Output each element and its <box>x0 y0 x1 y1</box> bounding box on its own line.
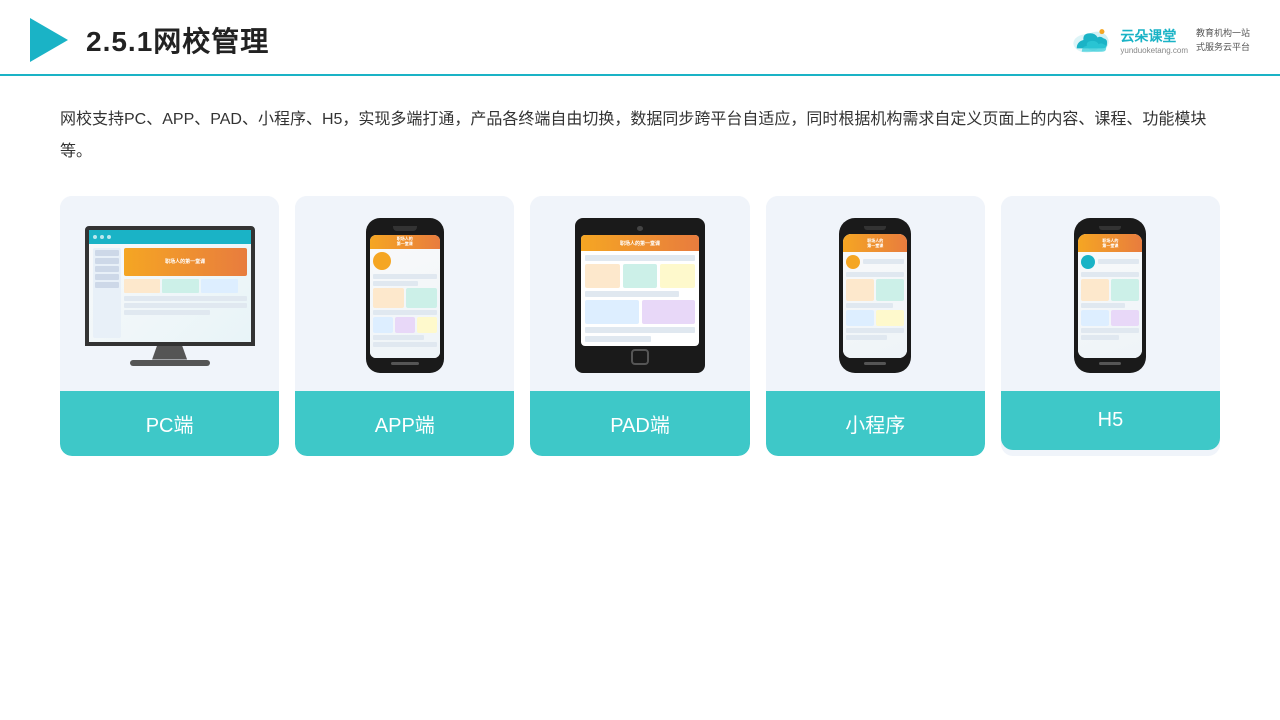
main-content: 网校支持PC、APP、PAD、小程序、H5，实现多端打通，产品各终端自由切换，数… <box>0 76 1280 476</box>
card-pc: 职场人的第一堂课 <box>60 196 279 456</box>
card-pad: 职场人的第一堂课 <box>530 196 749 456</box>
logo-slogan: 教育机构一站 式服务云平台 <box>1196 26 1250 55</box>
play-icon <box>30 18 68 62</box>
logo-texts: 云朵课堂 yunduoketang.com <box>1120 26 1188 55</box>
thin-phone-h5-icon: 职场人的第一堂课 <box>1074 218 1146 373</box>
card-app-image: 职场人的第一堂课 <box>295 196 514 391</box>
phone-app-icon: 职场人的第一堂课 <box>366 218 444 373</box>
logo-brand-text: 云朵课堂 <box>1120 26 1188 46</box>
card-miniprogram-label: 小程序 <box>766 391 985 456</box>
header: 2.5.1网校管理 云朵课堂 yunduoketang.com 教育机构一站 式… <box>0 0 1280 76</box>
description-text: 网校支持PC、APP、PAD、小程序、H5，实现多端打通，产品各终端自由切换，数… <box>60 104 1220 168</box>
card-h5: 职场人的第一堂课 <box>1001 196 1220 456</box>
pc-monitor-icon: 职场人的第一堂课 <box>85 226 255 366</box>
tablet-pad-icon: 职场人的第一堂课 <box>575 218 705 373</box>
card-h5-image: 职场人的第一堂课 <box>1001 196 1220 391</box>
card-pad-image: 职场人的第一堂课 <box>530 196 749 391</box>
cards-container: 职场人的第一堂课 <box>60 196 1220 456</box>
logo-cloud-icon <box>1070 24 1112 56</box>
card-miniprogram-image: 职场人的第一堂课 <box>766 196 985 391</box>
card-pad-label: PAD端 <box>530 391 749 456</box>
card-app: 职场人的第一堂课 <box>295 196 514 456</box>
card-pc-image: 职场人的第一堂课 <box>60 196 279 391</box>
card-app-label: APP端 <box>295 391 514 456</box>
page-title: 2.5.1网校管理 <box>86 20 269 60</box>
thin-phone-mini-icon: 职场人的第一堂课 <box>839 218 911 373</box>
logo-url-text: yunduoketang.com <box>1120 46 1188 55</box>
card-h5-label: H5 <box>1001 391 1220 450</box>
logo-area: 云朵课堂 yunduoketang.com 教育机构一站 式服务云平台 <box>1070 24 1250 56</box>
header-left: 2.5.1网校管理 <box>30 18 269 62</box>
card-miniprogram: 职场人的第一堂课 <box>766 196 985 456</box>
card-pc-label: PC端 <box>60 391 279 456</box>
